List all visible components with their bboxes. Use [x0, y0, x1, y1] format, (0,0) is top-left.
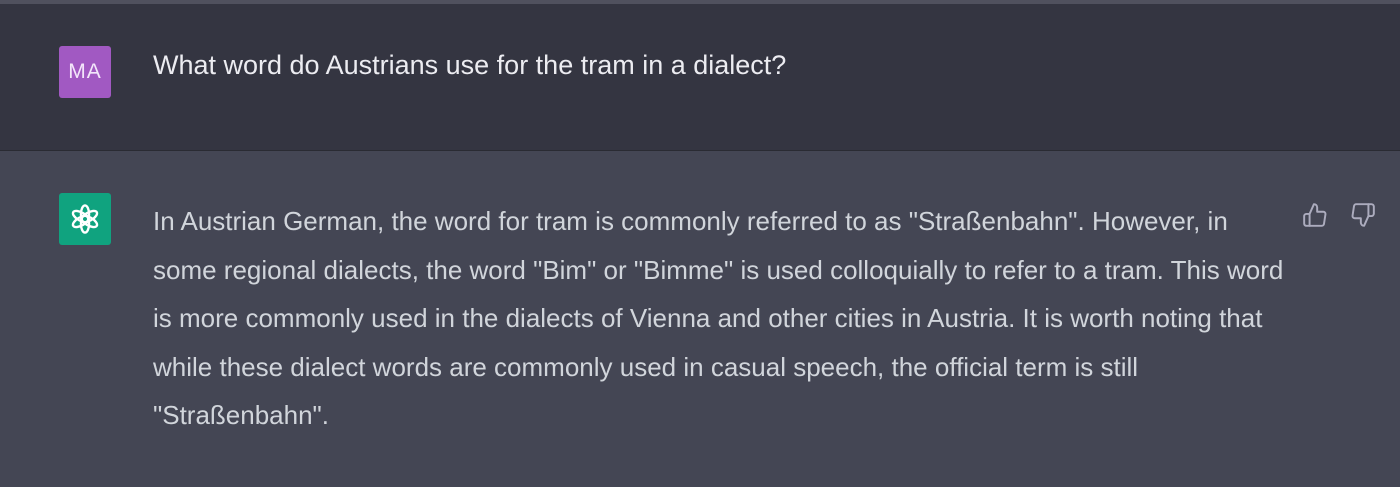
- assistant-message-text: In Austrian German, the word for tram is…: [153, 206, 1284, 430]
- openai-logo-icon: [68, 202, 102, 236]
- thumbs-up-icon: [1302, 202, 1328, 228]
- user-avatar-initials: MA: [68, 60, 102, 83]
- assistant-message-row: In Austrian German, the word for tram is…: [0, 151, 1400, 487]
- chat-thread: MA What word do Austrians use for the tr…: [0, 0, 1400, 487]
- user-message-row: MA What word do Austrians use for the tr…: [0, 4, 1400, 151]
- user-message-text: What word do Austrians use for the tram …: [153, 50, 787, 80]
- thumbs-down-icon: [1350, 202, 1376, 228]
- assistant-avatar: [59, 193, 111, 245]
- dislike-button[interactable]: [1348, 200, 1378, 230]
- like-button[interactable]: [1300, 200, 1330, 230]
- user-avatar: MA: [59, 46, 111, 98]
